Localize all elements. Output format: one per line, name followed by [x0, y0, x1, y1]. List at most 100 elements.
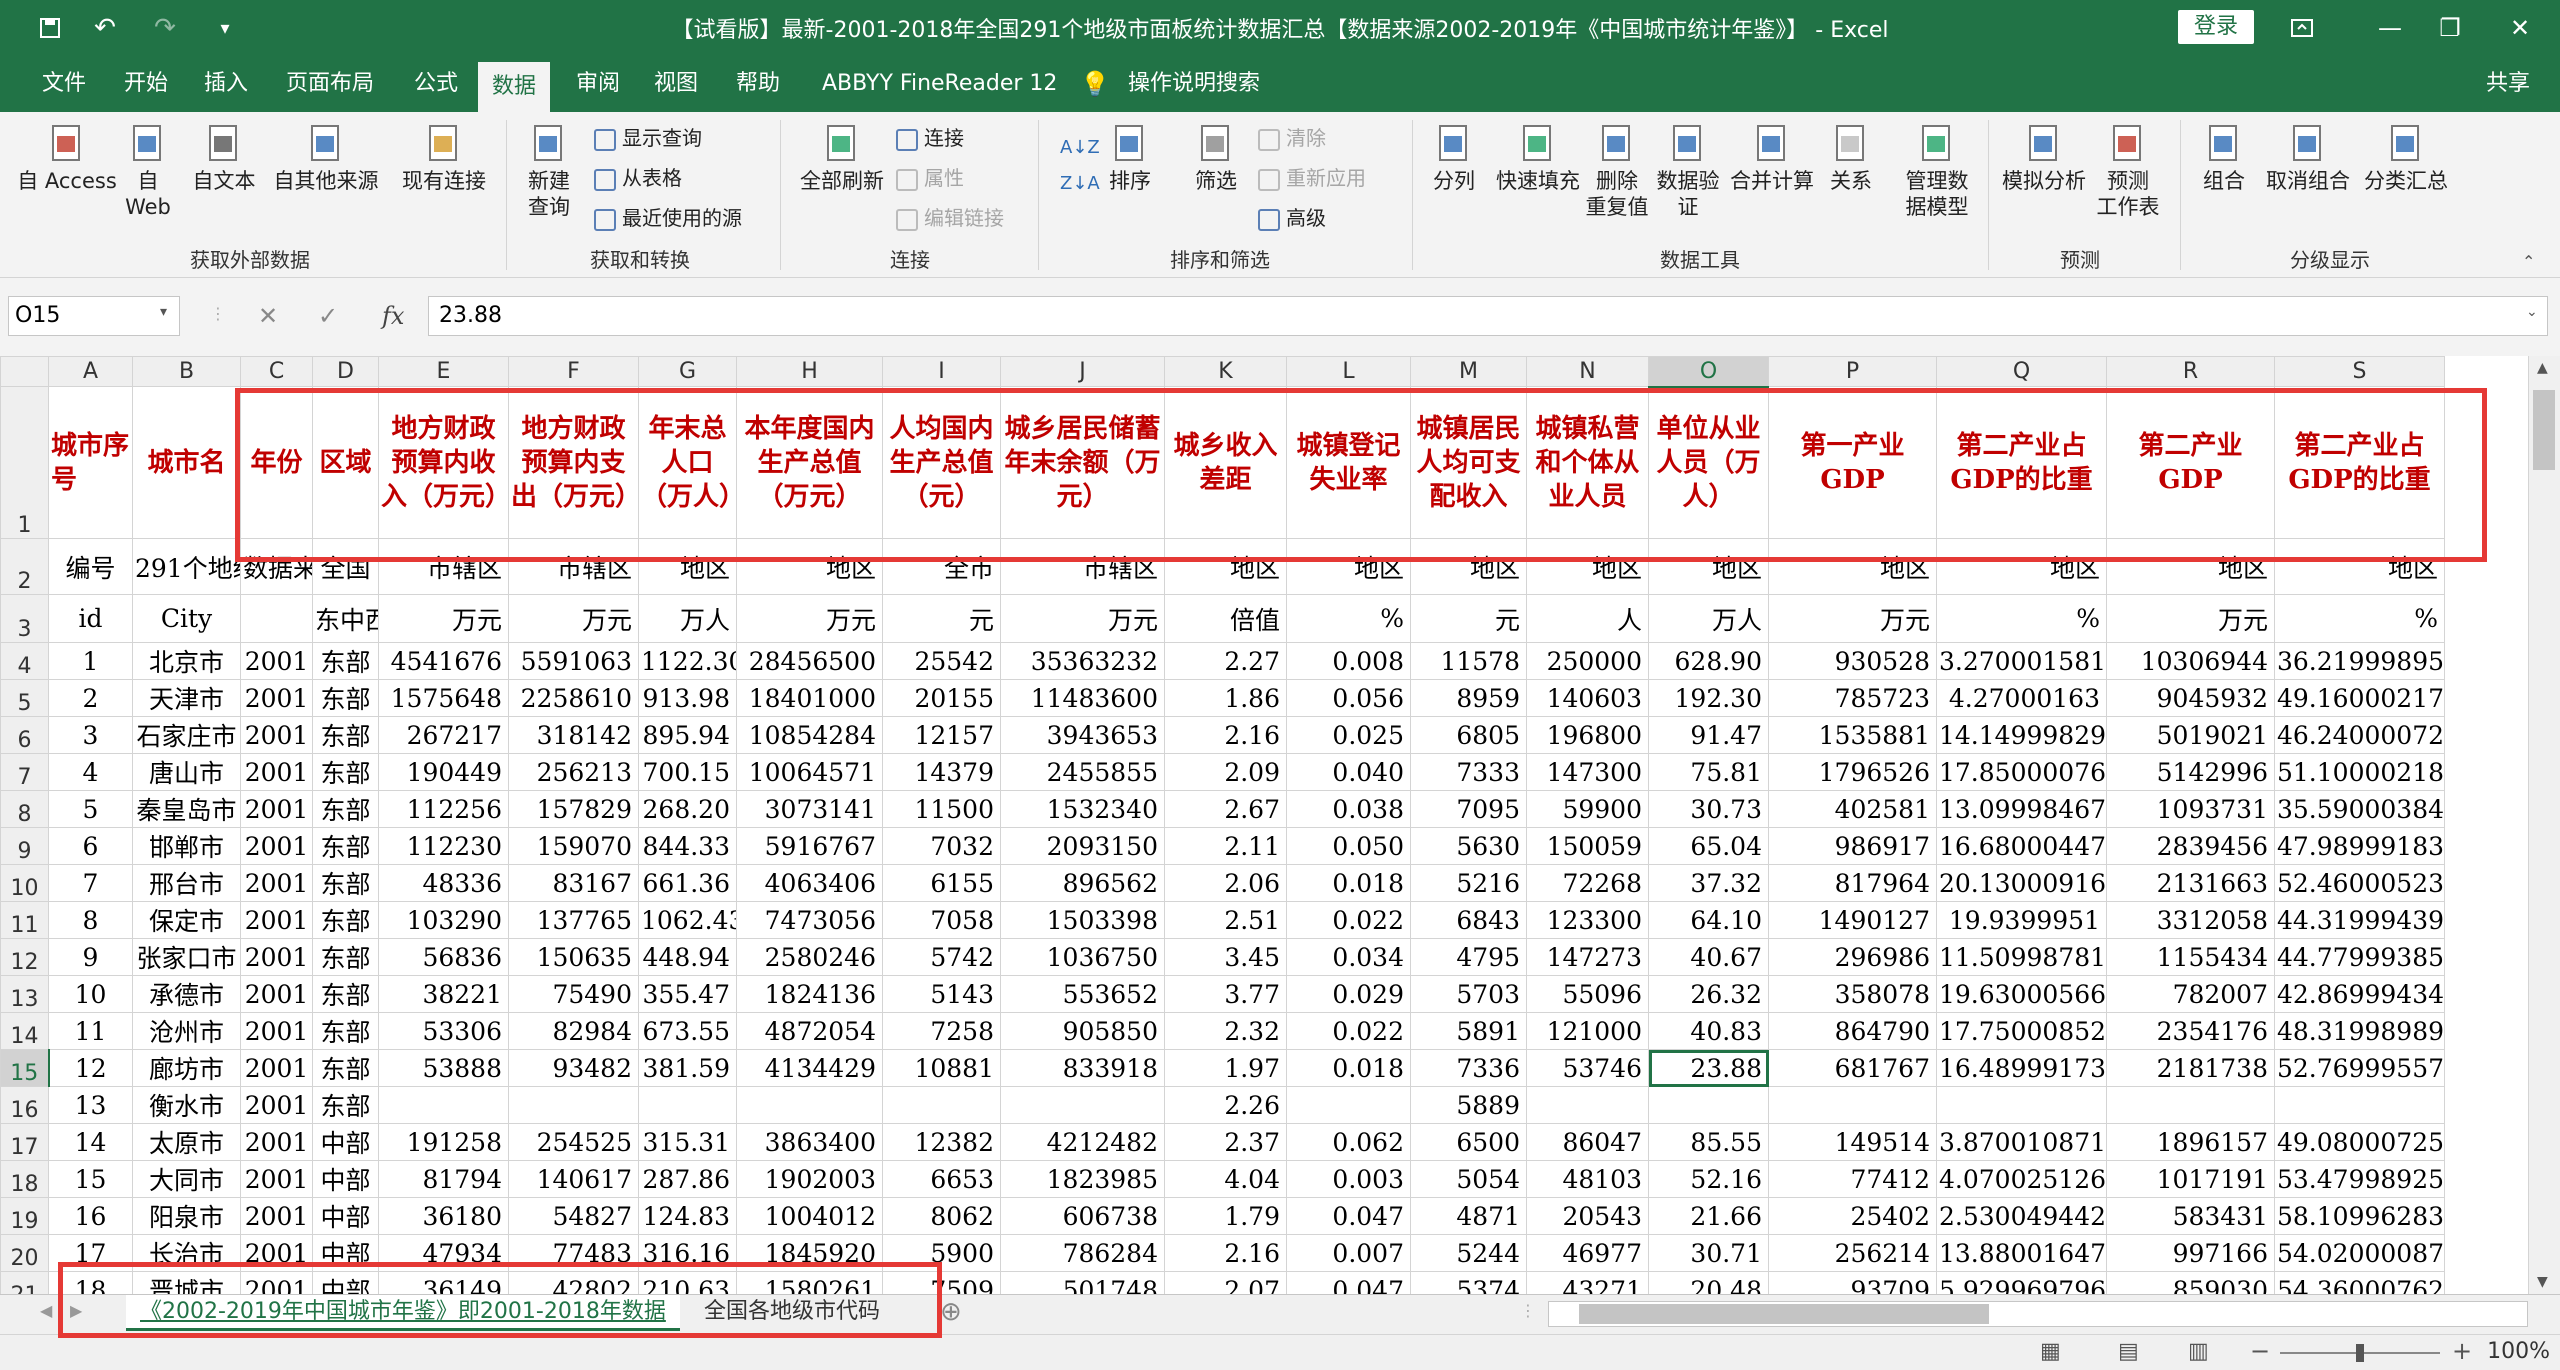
cell-H17[interactable]: 3863400	[736, 1123, 883, 1161]
scroll-down-icon[interactable]: ▼	[2537, 1274, 2548, 1290]
cell-I7[interactable]: 14379	[882, 753, 1001, 791]
cell-O2[interactable]: 地区	[1648, 538, 1769, 595]
cell-F7[interactable]: 256213	[508, 753, 639, 791]
cell-E3[interactable]: 万元	[378, 594, 509, 643]
cell-D12[interactable]: 东部	[312, 938, 379, 976]
cell-I20[interactable]: 5900	[882, 1234, 1001, 1272]
cell-F17[interactable]: 254525	[508, 1123, 639, 1161]
cell-K19[interactable]: 1.79	[1164, 1197, 1287, 1235]
cell-F3[interactable]: 万元	[508, 594, 639, 643]
cell-B3[interactable]: City	[132, 594, 241, 643]
get-transform-small-1[interactable]: 从表格	[594, 160, 682, 196]
cell-C11[interactable]: 2001	[240, 901, 313, 939]
cell-G13[interactable]: 355.47	[638, 975, 737, 1013]
cell-R6[interactable]: 5019021	[2106, 716, 2275, 754]
cell-K3[interactable]: 倍值	[1164, 594, 1287, 643]
cell-A4[interactable]: 1	[48, 642, 133, 680]
cell-A20[interactable]: 17	[48, 1234, 133, 1272]
menu-tab-1[interactable]: 开始	[110, 56, 182, 112]
cell-S4[interactable]: 36.21999895	[2274, 642, 2445, 680]
cell-P9[interactable]: 986917	[1768, 827, 1937, 865]
cell-R14[interactable]: 2354176	[2106, 1012, 2275, 1050]
cell-C5[interactable]: 2001	[240, 679, 313, 717]
cell-O6[interactable]: 91.47	[1648, 716, 1769, 754]
cell-K14[interactable]: 2.32	[1164, 1012, 1287, 1050]
cell-H13[interactable]: 1824136	[736, 975, 883, 1013]
cell-Q18[interactable]: 4.070025126	[1936, 1160, 2107, 1198]
cell-J2[interactable]: 市辖区	[1000, 538, 1165, 595]
zoom-out-icon[interactable]: −	[2250, 1337, 2270, 1365]
cell-C15[interactable]: 2001	[240, 1049, 313, 1087]
cell-M6[interactable]: 6805	[1410, 716, 1527, 754]
column-header[interactable]: S	[2274, 356, 2445, 387]
cell-L20[interactable]: 0.007	[1286, 1234, 1411, 1272]
cell-R21[interactable]: 859030	[2106, 1271, 2275, 1294]
login-button[interactable]: 登录	[2178, 10, 2254, 44]
cell-C7[interactable]: 2001	[240, 753, 313, 791]
connections-small-2[interactable]: 编辑链接	[896, 200, 1004, 236]
get-external-btn-2[interactable]: 自文本	[186, 122, 262, 194]
connections-small-1[interactable]: 属性	[896, 160, 964, 196]
cell-F11[interactable]: 137765	[508, 901, 639, 939]
cell-S10[interactable]: 52.46000523	[2274, 864, 2445, 902]
cell-S5[interactable]: 49.16000217	[2274, 679, 2445, 717]
cell-K18[interactable]: 4.04	[1164, 1160, 1287, 1198]
cell-D4[interactable]: 东部	[312, 642, 379, 680]
cell-A15[interactable]: 12	[48, 1049, 133, 1087]
cell-P10[interactable]: 817964	[1768, 864, 1937, 902]
column-header[interactable]: I	[882, 356, 1001, 387]
cell-E16[interactable]	[378, 1086, 509, 1124]
sort-filter-small-0[interactable]: 清除	[1258, 120, 1326, 156]
zoom-level[interactable]: 100%	[2487, 1339, 2550, 1364]
cell-F10[interactable]: 83167	[508, 864, 639, 902]
menu-tab-6[interactable]: 审阅	[562, 56, 634, 112]
cell-A21[interactable]: 18	[48, 1271, 133, 1294]
cell-R12[interactable]: 1155434	[2106, 938, 2275, 976]
cell-N4[interactable]: 250000	[1526, 642, 1649, 680]
cell-Q4[interactable]: 3.270001581	[1936, 642, 2107, 680]
cell-S16[interactable]	[2274, 1086, 2445, 1124]
cell-E4[interactable]: 4541676	[378, 642, 509, 680]
cell-N18[interactable]: 48103	[1526, 1160, 1649, 1198]
cell-E15[interactable]: 53888	[378, 1049, 509, 1087]
cell-D5[interactable]: 东部	[312, 679, 379, 717]
cell-S1[interactable]: 第二产业占GDP的比重	[2274, 386, 2445, 539]
refresh-all-button[interactable]: 全部刷新	[794, 122, 890, 194]
cell-O4[interactable]: 628.90	[1648, 642, 1769, 680]
cell-N6[interactable]: 196800	[1526, 716, 1649, 754]
cell-M15[interactable]: 7336	[1410, 1049, 1527, 1087]
cell-H18[interactable]: 1902003	[736, 1160, 883, 1198]
cell-D19[interactable]: 中部	[312, 1197, 379, 1235]
cell-D13[interactable]: 东部	[312, 975, 379, 1013]
cell-A17[interactable]: 14	[48, 1123, 133, 1161]
cell-M19[interactable]: 4871	[1410, 1197, 1527, 1235]
cell-M18[interactable]: 5054	[1410, 1160, 1527, 1198]
cell-G6[interactable]: 895.94	[638, 716, 737, 754]
cell-B19[interactable]: 阳泉市	[132, 1197, 241, 1235]
cell-B18[interactable]: 大同市	[132, 1160, 241, 1198]
cell-Q1[interactable]: 第二产业占GDP的比重	[1936, 386, 2107, 539]
cell-G7[interactable]: 700.15	[638, 753, 737, 791]
cell-E19[interactable]: 36180	[378, 1197, 509, 1235]
cell-C17[interactable]: 2001	[240, 1123, 313, 1161]
cell-Q12[interactable]: 11.50998781	[1936, 938, 2107, 976]
cell-R17[interactable]: 1896157	[2106, 1123, 2275, 1161]
cell-L9[interactable]: 0.050	[1286, 827, 1411, 865]
cell-A9[interactable]: 6	[48, 827, 133, 865]
row-header[interactable]: 16	[0, 1086, 49, 1124]
cell-P12[interactable]: 296986	[1768, 938, 1937, 976]
cell-F16[interactable]	[508, 1086, 639, 1124]
cell-B4[interactable]: 北京市	[132, 642, 241, 680]
cell-M3[interactable]: 元	[1410, 594, 1527, 643]
column-header[interactable]: P	[1768, 356, 1937, 387]
cell-C21[interactable]: 2001	[240, 1271, 313, 1294]
cell-F15[interactable]: 93482	[508, 1049, 639, 1087]
cell-P7[interactable]: 1796526	[1768, 753, 1937, 791]
cell-J7[interactable]: 2455855	[1000, 753, 1165, 791]
share-button[interactable]: 共享	[2486, 56, 2530, 112]
cell-L1[interactable]: 城镇登记失业率	[1286, 386, 1411, 539]
cell-P18[interactable]: 77412	[1768, 1160, 1937, 1198]
cell-H8[interactable]: 3073141	[736, 790, 883, 828]
close-icon[interactable]: ✕	[2490, 6, 2550, 50]
cell-E13[interactable]: 38221	[378, 975, 509, 1013]
